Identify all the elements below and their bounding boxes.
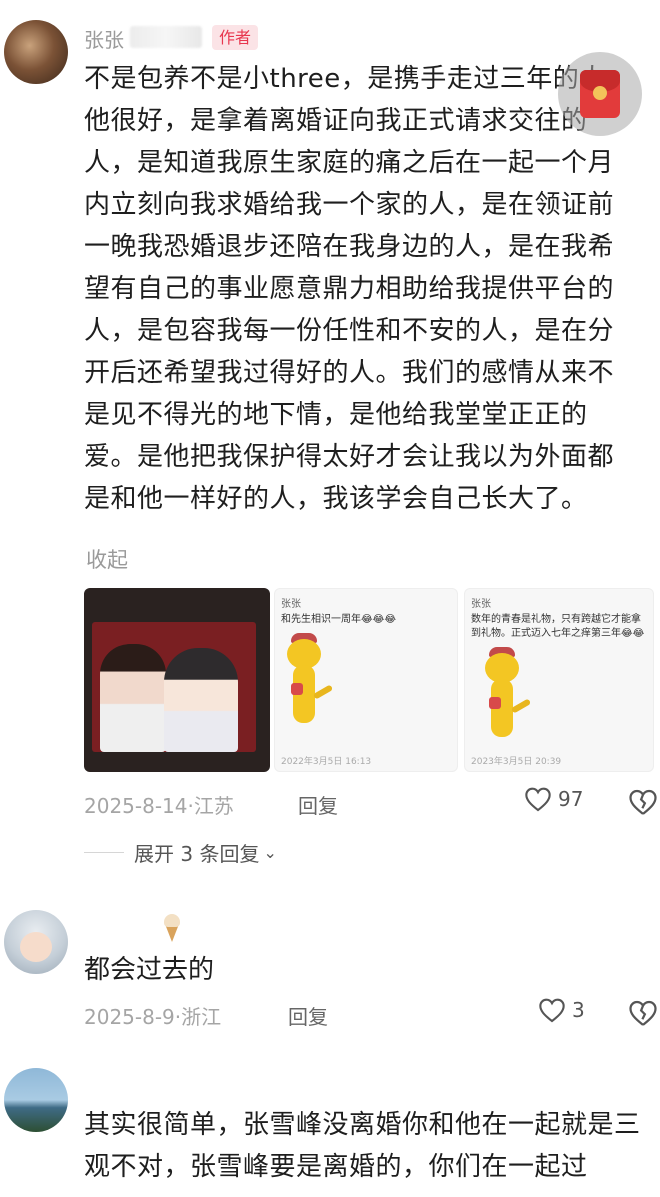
comment-meta: 2025-8-14·江苏 [84, 794, 234, 818]
note-timestamp: 2022年3月5日 16:13 [281, 757, 372, 767]
comment-image-photo[interactable] [84, 588, 270, 772]
red-packet-icon[interactable] [558, 52, 642, 136]
note-timestamp: 2023年3月5日 20:39 [471, 757, 562, 767]
collapse-button[interactable]: 收起 [86, 544, 128, 574]
yellow-doll-icon [277, 633, 337, 739]
avatar[interactable] [4, 1068, 68, 1132]
reply-button[interactable]: 回复 [298, 790, 338, 819]
avatar[interactable] [4, 20, 68, 84]
note-text: 和先生相识一周年😂😂😂 [281, 614, 397, 625]
broken-heart-icon[interactable] [628, 788, 658, 816]
blurred-username [130, 26, 202, 48]
heart-icon [539, 998, 565, 1023]
comment-location: 江苏 [193, 794, 234, 818]
like-count: 3 [572, 998, 585, 1022]
comment-meta: 2025-8-9·浙江 [84, 1005, 222, 1029]
expand-replies-button[interactable]: 展开 3 条回复 ⌄ [84, 838, 277, 867]
ice-cream-icon [162, 912, 182, 942]
like-button[interactable]: 3 [538, 997, 585, 1023]
comment-location: 浙江 [181, 1005, 222, 1029]
note-text: 数年的青春是礼物，只有跨越它才能拿到礼物。正式迈入七年之痒第三年😂😂 [471, 614, 645, 639]
note-author: 张张 [471, 599, 491, 610]
expand-replies-label: 展开 3 条回复 [134, 842, 260, 866]
comment-image-note-1[interactable]: 张张 和先生相识一周年😂😂😂 2022年3月5日 16:13 [274, 588, 458, 772]
broken-heart-icon[interactable] [628, 999, 658, 1027]
comment-date: 2025-8-9 [84, 1005, 175, 1029]
username[interactable]: 张张 [84, 24, 124, 53]
yellow-doll-icon [475, 647, 535, 753]
divider [84, 852, 124, 853]
heart-icon [525, 787, 551, 812]
comment-text: 不是包养不是小three，是携手走过三年的人。他很好，是拿着离婚证向我正式请求交… [84, 64, 633, 514]
author-badge: 作者 [212, 25, 259, 50]
comment-image-note-2[interactable]: 张张 数年的青春是礼物，只有跨越它才能拿到礼物。正式迈入七年之痒第三年😂😂 20… [464, 588, 654, 772]
note-author: 张张 [281, 599, 301, 610]
avatar[interactable] [4, 910, 68, 974]
reply-button[interactable]: 回复 [288, 1001, 328, 1030]
comment-date: 2025-8-14 [84, 794, 188, 818]
chevron-down-icon: ⌄ [263, 843, 277, 862]
like-button[interactable]: 97 [524, 786, 583, 812]
comment-text: 其实很简单，张雪峰没离婚你和他在一起就是三观不对，张雪峰要是离婚的，你们在一起过 [84, 1110, 641, 1182]
comment-text: 都会过去的 [84, 955, 215, 985]
like-count: 97 [558, 787, 584, 811]
